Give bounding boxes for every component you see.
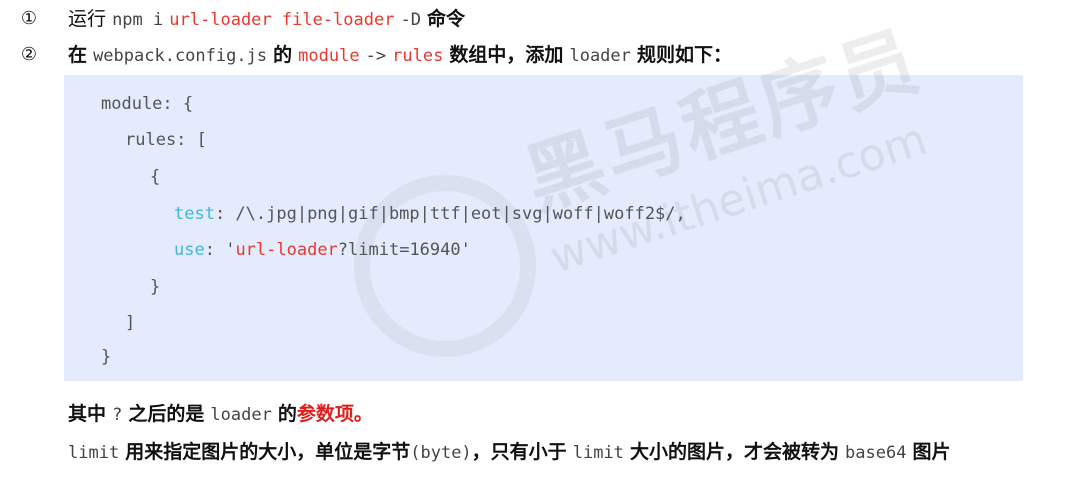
code-string: url-loader [235, 240, 338, 260]
code-line: } [101, 347, 112, 367]
step-number: ① [20, 8, 38, 29]
note-param: 其中 ? 之后的是 loader 的参数项。 [68, 403, 373, 425]
step-text: 在 webpack.config.js 的 module -> rules 数组… [68, 44, 732, 66]
code-key: test [174, 204, 215, 224]
watermark-brand: 黑马程序员 [514, 15, 933, 228]
watermark-logo-icon [354, 175, 536, 357]
code-line: } [150, 277, 161, 297]
step-number: ② [20, 44, 38, 65]
step-text: 运行 npm i url-loader file-loader -D 命令 [68, 8, 466, 30]
step-1: ① 运行 npm i url-loader file-loader -D 命令 [0, 6, 1073, 32]
code-line: test: /\.jpg|png|gif|bmp|ttf|eot|svg|wof… [174, 204, 686, 224]
code-key: use [174, 240, 205, 260]
code-line: ] [125, 313, 136, 333]
code-line: rules: [ [125, 130, 207, 150]
step-2: ② 在 webpack.config.js 的 module -> rules … [0, 42, 1073, 68]
watermark-url: www.itheima.com [544, 113, 933, 284]
param-highlight: 参数项。 [296, 403, 373, 425]
code-block: 黑马程序员 www.itheima.com module: { rules: [… [64, 15, 1023, 381]
note-limit: limit 用来指定图片的大小，单位是字节(byte)，只有小于 limit 大… [68, 441, 951, 463]
watermark: 黑马程序员 www.itheima.com [334, 15, 934, 385]
code-line: { [150, 167, 161, 187]
code-line: use: 'url-loader?limit=16940' [174, 240, 471, 260]
code-line: module: { [101, 94, 194, 114]
